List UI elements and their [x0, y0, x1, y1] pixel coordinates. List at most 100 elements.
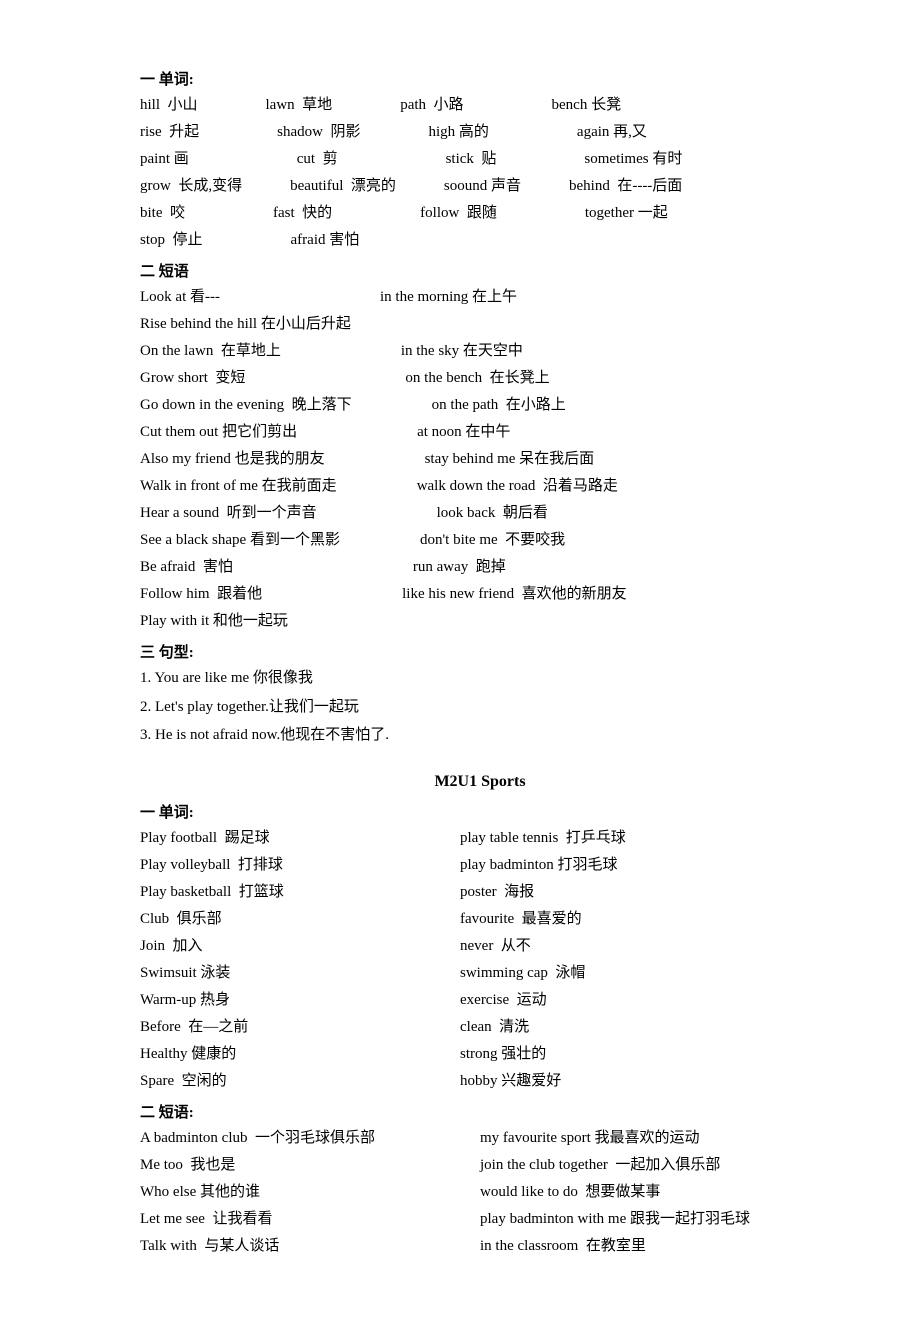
vocab-item: hobby 兴趣爱好	[460, 1069, 561, 1093]
phrase-item: look back 朝后看	[437, 501, 548, 525]
vocab-item: soound 声音	[444, 174, 521, 198]
phrase-item: Rise behind the hill 在小山后升起	[140, 312, 351, 336]
phrase-row: See a black shape 看到一个黑影 don't bite me 不…	[140, 528, 840, 552]
phrase-item: would like to do 想要做某事	[480, 1180, 660, 1204]
phrase-item: in the classroom 在教室里	[480, 1234, 646, 1258]
phrase-item: stay behind me 呆在我后面	[425, 447, 595, 471]
vocab-item: favourite 最喜爱的	[460, 907, 582, 931]
phrase-row: Grow short 变短 on the bench 在长凳上	[140, 366, 840, 390]
vocab-item: lawn 草地	[266, 93, 333, 117]
vocab-item: play table tennis 打乒乓球	[460, 826, 626, 850]
phrase-item: on the path 在小路上	[432, 393, 566, 417]
phrase-row: Rise behind the hill 在小山后升起	[140, 312, 840, 336]
phrase-item: Play with it 和他一起玩	[140, 609, 288, 633]
vocab-row-2: rise 升起 shadow 阴影 high 高的 again 再,又	[140, 120, 840, 144]
phrase-item: Let me see 让我看看	[140, 1207, 480, 1231]
phrase-item: On the lawn 在草地上	[140, 339, 281, 363]
phrase-item: A badminton club 一个羽毛球俱乐部	[140, 1126, 480, 1150]
vocab-row: Swimsuit 泳装 swimming cap 泳帽	[140, 961, 840, 985]
vocab-item: Play volleyball 打排球	[140, 853, 460, 877]
phrase-item: Cut them out 把它们剪出	[140, 420, 297, 444]
phrase-row: Cut them out 把它们剪出 at noon 在中午	[140, 420, 840, 444]
vocab-row-3: paint 画 cut 剪 stick 贴 sometimes 有时	[140, 147, 840, 171]
vocab-item: afraid 害怕	[291, 228, 360, 252]
unit2-vocab-section: Play football 踢足球 play table tennis 打乒乓球…	[140, 826, 840, 1093]
phrase-item: my favourite sport 我最喜欢的运动	[480, 1126, 700, 1150]
unit2-vocab-header: 一 单词:	[140, 801, 840, 822]
vocab-item: Spare 空闲的	[140, 1069, 460, 1093]
unit1-phrase-header: 二 短语	[140, 260, 840, 281]
vocab-item: behind 在----后面	[569, 174, 682, 198]
unit1-vocab-header: 一 单词:	[140, 68, 840, 89]
unit1-sentences-section: 1. You are like me 你很像我 2. Let's play to…	[140, 666, 840, 749]
vocab-item: Before 在—之前	[140, 1015, 460, 1039]
phrase-item: walk down the road 沿着马路走	[417, 474, 618, 498]
vocab-item: Join 加入	[140, 934, 460, 958]
phrase-item: in the morning 在上午	[380, 285, 517, 309]
vocab-row-5: bite 咬 fast 快的 follow 跟随 together 一起	[140, 201, 840, 225]
vocab-item: shadow 阴影	[277, 120, 360, 144]
vocab-item: swimming cap 泳帽	[460, 961, 585, 985]
phrase-item: Look at 看---	[140, 285, 220, 309]
phrase-item: don't bite me 不要咬我	[420, 528, 565, 552]
page-content: 一 单词: hill 小山 lawn 草地 path 小路 bench 长凳 r…	[120, 68, 840, 1258]
vocab-item: together 一起	[585, 201, 668, 225]
vocab-item: fast 快的	[273, 201, 332, 225]
vocab-row-4: grow 长成,变得 beautiful 漂亮的 soound 声音 behin…	[140, 174, 840, 198]
phrase-item: Talk with 与某人谈话	[140, 1234, 480, 1258]
phrase-row: On the lawn 在草地上 in the sky 在天空中	[140, 339, 840, 363]
vocab-item: high 高的	[429, 120, 489, 144]
phrase-row: Go down in the evening 晚上落下 on the path …	[140, 393, 840, 417]
phrase-item: on the bench 在长凳上	[405, 366, 549, 390]
vocab-item: Play basketball 打篮球	[140, 880, 460, 904]
phrase-item: Grow short 变短	[140, 366, 245, 390]
vocab-row: Join 加入 never 从不	[140, 934, 840, 958]
vocab-item: exercise 运动	[460, 988, 547, 1012]
phrase-item: play badminton with me 跟我一起打羽毛球	[480, 1207, 750, 1231]
vocab-row: Play volleyball 打排球 play badminton 打羽毛球	[140, 853, 840, 877]
phrase-row: A badminton club 一个羽毛球俱乐部 my favourite s…	[140, 1126, 840, 1150]
phrase-row: Walk in front of me 在我前面走 walk down the …	[140, 474, 840, 498]
sentence-row: 2. Let's play together.让我们一起玩	[140, 695, 840, 721]
phrase-item: Go down in the evening 晚上落下	[140, 393, 352, 417]
phrase-item: Me too 我也是	[140, 1153, 480, 1177]
vocab-item: stick 贴	[446, 147, 497, 171]
unit1-sentence-header: 三 句型:	[140, 641, 840, 662]
phrase-row: Talk with 与某人谈话 in the classroom 在教室里	[140, 1234, 840, 1258]
vocab-row: Play basketball 打篮球 poster 海报	[140, 880, 840, 904]
vocab-item: Healthy 健康的	[140, 1042, 460, 1066]
unit1-phrases-section: Look at 看--- in the morning 在上午 Rise beh…	[140, 285, 840, 633]
phrase-item: like his new friend 喜欢他的新朋友	[402, 582, 627, 606]
unit1-vocab-section: hill 小山 lawn 草地 path 小路 bench 长凳 rise 升起…	[140, 93, 840, 252]
vocab-row: Play football 踢足球 play table tennis 打乒乓球	[140, 826, 840, 850]
phrase-item: Walk in front of me 在我前面走	[140, 474, 337, 498]
unit2-title: M2U1 Sports	[120, 773, 840, 791]
phrase-item: join the club together 一起加入俱乐部	[480, 1153, 720, 1177]
phrase-row: Play with it 和他一起玩	[140, 609, 840, 633]
vocab-row: Before 在—之前 clean 清洗	[140, 1015, 840, 1039]
vocab-row: Club 俱乐部 favourite 最喜爱的	[140, 907, 840, 931]
vocab-item: paint 画	[140, 147, 189, 171]
vocab-item: sometimes 有时	[584, 147, 682, 171]
vocab-item: path 小路	[400, 93, 463, 117]
vocab-item: beautiful 漂亮的	[290, 174, 396, 198]
vocab-item: poster 海报	[460, 880, 534, 904]
phrase-row: Me too 我也是 join the club together 一起加入俱乐…	[140, 1153, 840, 1177]
phrase-row: Follow him 跟着他 like his new friend 喜欢他的新…	[140, 582, 840, 606]
phrase-row: Be afraid 害怕 run away 跑掉	[140, 555, 840, 579]
phrase-item: Follow him 跟着他	[140, 582, 262, 606]
vocab-item: clean 清洗	[460, 1015, 529, 1039]
vocab-item: again 再,又	[577, 120, 647, 144]
vocab-item: follow 跟随	[420, 201, 497, 225]
phrase-item: Who else 其他的谁	[140, 1180, 480, 1204]
vocab-item: bite 咬	[140, 201, 185, 225]
vocab-item: hill 小山	[140, 93, 198, 117]
sentence-row: 1. You are like me 你很像我	[140, 666, 840, 692]
vocab-item: Swimsuit 泳装	[140, 961, 460, 985]
vocab-item: never 从不	[460, 934, 531, 958]
unit2-phrase-header: 二 短语:	[140, 1101, 840, 1122]
vocab-item: strong 强壮的	[460, 1042, 546, 1066]
vocab-row: Healthy 健康的 strong 强壮的	[140, 1042, 840, 1066]
vocab-item: play badminton 打羽毛球	[460, 853, 618, 877]
phrase-item: Be afraid 害怕	[140, 555, 233, 579]
